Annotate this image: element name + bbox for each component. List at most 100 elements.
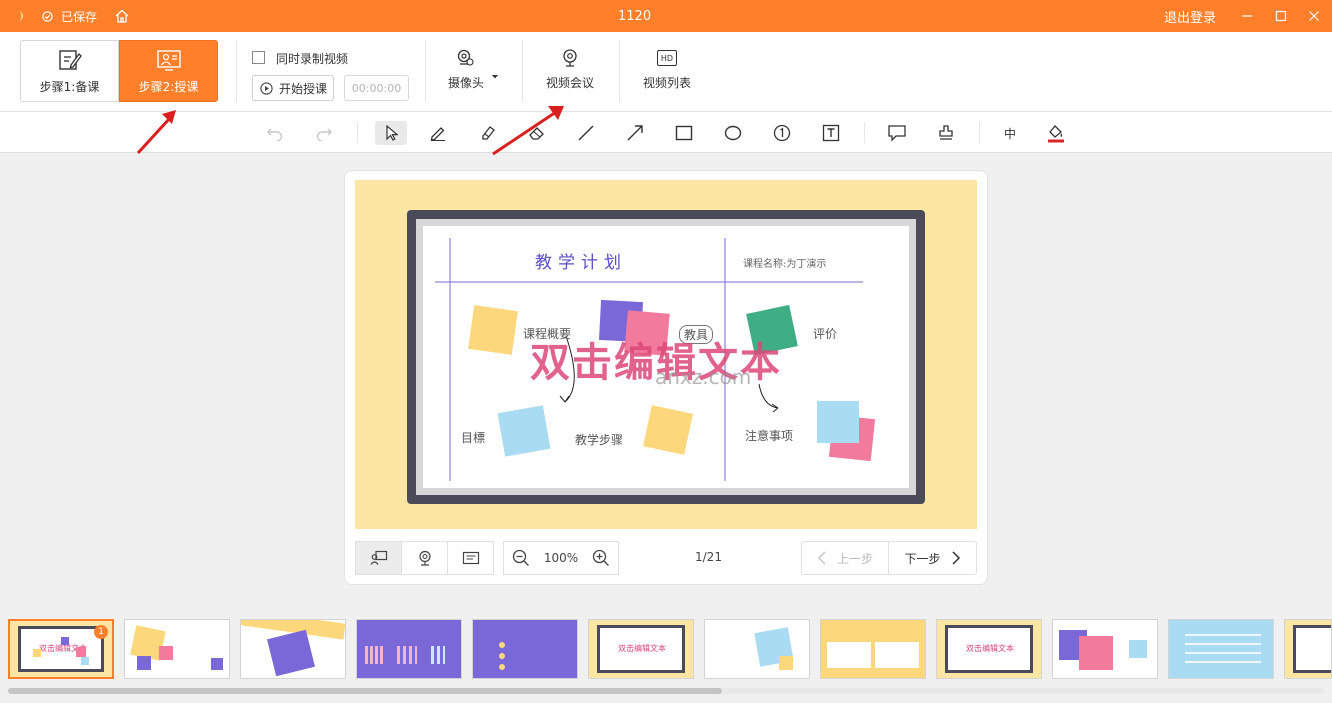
saved-status: 已保存 (61, 9, 98, 24)
hd-icon: HD (657, 50, 677, 66)
logout-button[interactable]: 退出登录 (1164, 0, 1216, 32)
slide-thumbnail[interactable] (1052, 619, 1158, 679)
slide-thumbnail[interactable] (356, 619, 462, 679)
stamp-icon[interactable] (930, 121, 962, 145)
chevron-right-icon (951, 551, 960, 565)
video-list-button[interactable]: HD 视频列表 (643, 48, 691, 91)
slide-thumbnail[interactable]: 双击编辑文本 (936, 619, 1042, 679)
close-icon[interactable] (1308, 0, 1320, 32)
maximize-icon[interactable] (1275, 0, 1287, 32)
slide-notes: 注意事项 (745, 429, 794, 443)
saved-check-icon (42, 0, 53, 32)
start-class-button[interactable]: 开始授课 (252, 75, 334, 101)
slide-thumbnail[interactable] (1168, 619, 1274, 679)
title-bar: 已保存 1120 退出登录 (0, 0, 1332, 32)
slide-course-name: 课程名称:为丁演示 (743, 259, 827, 270)
step2-teach-button[interactable]: 步骤2:授课 (119, 40, 218, 102)
prev-step-label: 上一步 (836, 551, 873, 566)
slide-control-bar: 100% 1/21 上一步 下一步 (355, 541, 979, 575)
slide-thumbnail[interactable] (124, 619, 230, 679)
slide-thumbnail[interactable] (820, 619, 926, 679)
pen-icon[interactable] (422, 121, 454, 145)
sticky-note (817, 401, 859, 443)
undo-icon[interactable] (259, 121, 291, 145)
slide-canvas[interactable]: 教学计划 课程名称:为丁演示 课程概要 教具 评价 目標 教学步骤 注意事项 双… (355, 180, 977, 529)
notes-view-button[interactable] (447, 541, 494, 575)
fill-color-icon[interactable] (1040, 121, 1072, 145)
slide-thumbnail[interactable] (240, 619, 346, 679)
camera-icon (457, 49, 474, 66)
slide-thumbnail[interactable]: 双击编辑文本 (588, 619, 694, 679)
sticky-note (643, 405, 693, 455)
edit-document-icon (58, 49, 82, 70)
divider (425, 40, 426, 102)
notes-icon (462, 551, 479, 565)
eraser-icon[interactable] (521, 121, 553, 145)
video-meeting-label: 视频会议 (546, 76, 595, 90)
comment-icon[interactable] (881, 121, 913, 145)
camera-view-button[interactable] (401, 541, 448, 575)
zoom-level: 100% (543, 551, 579, 565)
step2-label: 步骤2:授课 (138, 79, 199, 94)
divider (979, 122, 980, 143)
redo-icon[interactable] (308, 121, 340, 145)
divider (236, 40, 237, 102)
thumbnail-scrollbar[interactable] (8, 688, 1324, 694)
presenter-icon (370, 550, 387, 565)
divider (357, 122, 358, 143)
page-indicator: 1/21 (695, 550, 722, 564)
step1-label: 步骤1:备课 (39, 79, 100, 94)
text-box-icon[interactable] (815, 121, 847, 145)
next-step-button[interactable]: 下一步 (888, 541, 977, 575)
slide-goal: 目標 (461, 431, 486, 445)
rectangle-icon[interactable] (668, 121, 700, 145)
zoom-in-icon[interactable] (592, 549, 610, 567)
teacher-board-icon (156, 49, 181, 71)
zoom-out-icon[interactable] (512, 549, 530, 567)
thumb-text: 双击编辑文本 (618, 644, 666, 653)
record-video-checkbox[interactable] (252, 51, 265, 64)
slide-thumbnail[interactable] (704, 619, 810, 679)
webcam-icon (418, 550, 431, 566)
slide-badge: 1 (94, 625, 108, 639)
line-icon[interactable] (570, 121, 602, 145)
slide-thumbnail[interactable] (1284, 619, 1332, 679)
webcam-icon (563, 49, 577, 67)
home-icon[interactable] (114, 0, 130, 32)
next-step-label: 下一步 (904, 551, 941, 566)
camera-label: 摄像头 (448, 76, 485, 90)
chevron-left-icon (817, 551, 826, 565)
slide-panel: 教学计划 课程名称:为丁演示 课程概要 教具 评价 目標 教学步骤 注意事项 双… (344, 170, 988, 585)
presenter-view-button[interactable] (355, 541, 402, 575)
video-meeting-button[interactable]: 视频会议 (546, 48, 594, 91)
video-list-label: 视频列表 (643, 76, 692, 90)
minimize-icon[interactable] (1241, 0, 1253, 32)
prev-step-button[interactable]: 上一步 (801, 541, 889, 575)
caret-down-icon[interactable] (491, 65, 499, 84)
ribbon-toolbar: 步骤1:备课 步骤2:授课 同时录制视频 开始授课 00:00:00 摄像头 视… (0, 32, 1332, 112)
record-video-label: 同时录制视频 (276, 52, 349, 66)
class-timer: 00:00:00 (344, 75, 409, 101)
divider (619, 40, 620, 102)
number-marker-icon[interactable] (766, 121, 798, 145)
slide-steps: 教学步骤 (575, 433, 624, 447)
slide-title: 教学计划 (535, 253, 627, 273)
zoom-control: 100% (503, 541, 619, 575)
ellipse-icon[interactable] (717, 121, 749, 145)
slide-evaluation: 评价 (813, 327, 838, 341)
step1-prepare-button[interactable]: 步骤1:备课 (20, 40, 119, 102)
arrow-icon[interactable] (619, 121, 651, 145)
start-class-label: 开始授课 (279, 81, 328, 96)
input-language-button[interactable]: 中 (994, 121, 1026, 145)
play-circle-icon (260, 81, 273, 95)
slide-thumbnail[interactable]: 双击编辑文本 1 (8, 619, 114, 679)
divider (522, 40, 523, 102)
site-watermark: anxz.com (655, 365, 752, 389)
slide-thumbnail[interactable] (472, 619, 578, 679)
divider (864, 122, 865, 143)
camera-button[interactable]: 摄像头 (448, 48, 484, 91)
sticky-note (497, 405, 551, 457)
thumb-text: 双击编辑文本 (966, 644, 1014, 653)
select-cursor-icon[interactable] (375, 121, 407, 145)
highlighter-icon[interactable] (472, 121, 504, 145)
